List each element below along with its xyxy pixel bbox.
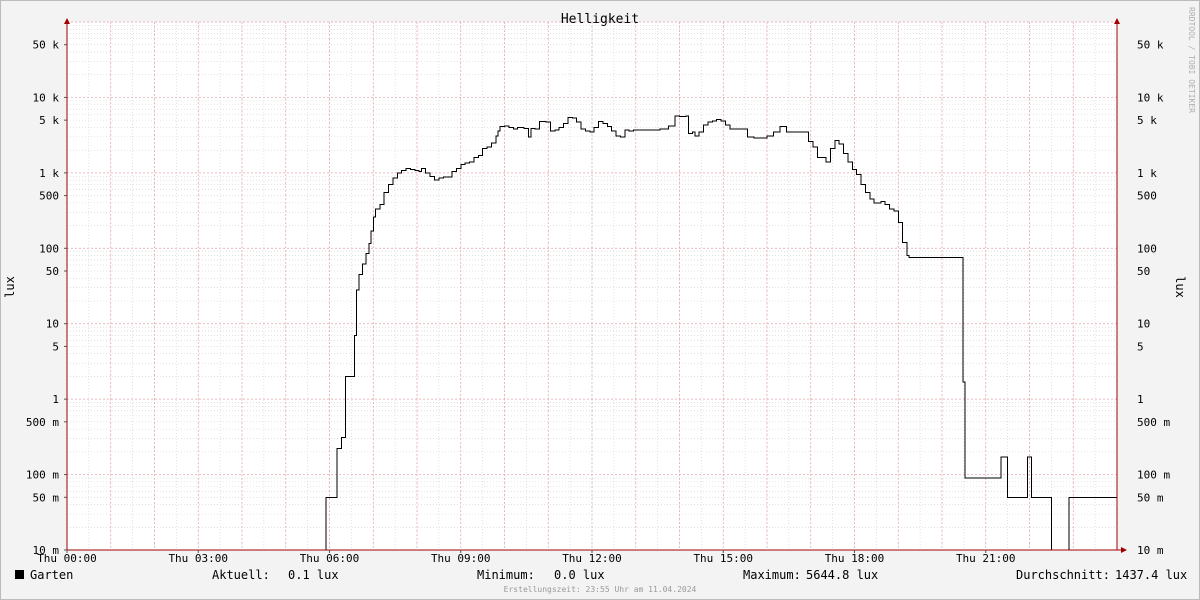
y-tick-label-left: 1 bbox=[52, 393, 59, 406]
y-tick-label-left: 500 bbox=[39, 190, 59, 203]
y-axis-label-left: lux bbox=[3, 276, 17, 298]
y-tick-label-left: 1 k bbox=[39, 167, 59, 180]
x-tick-label: Thu 03:00 bbox=[168, 552, 228, 565]
y-tick-label-right: 10 bbox=[1137, 318, 1150, 331]
x-tick-label: Thu 06:00 bbox=[300, 552, 360, 565]
legend-min-label: Minimum: bbox=[477, 568, 535, 582]
y-tick-label-left: 5 k bbox=[39, 114, 59, 127]
y-tick-label-left: 50 k bbox=[33, 39, 60, 52]
y-tick-label-left: 100 bbox=[39, 242, 59, 255]
x-tick-label: Thu 21:00 bbox=[956, 552, 1016, 565]
y-tick-label-right: 50 bbox=[1137, 265, 1150, 278]
x-tick-label: Thu 15:00 bbox=[693, 552, 753, 565]
y-tick-label-left: 10 bbox=[46, 318, 59, 331]
y-tick-label-left: 50 m bbox=[33, 491, 60, 504]
y-tick-label-right: 100 bbox=[1137, 242, 1157, 255]
y-tick-label-right: 5 bbox=[1137, 340, 1144, 353]
legend-avg-value: 1437.4 lux bbox=[1115, 568, 1187, 582]
y-tick-label-right: 100 m bbox=[1137, 469, 1170, 482]
y-tick-label-right: 50 k bbox=[1137, 39, 1164, 52]
legend-avg-label: Durchschnitt: bbox=[1016, 568, 1110, 582]
x-tick-label: Thu 12:00 bbox=[562, 552, 622, 565]
legend-color-swatch bbox=[15, 570, 24, 579]
x-tick-label: Thu 09:00 bbox=[431, 552, 491, 565]
y-axis-label-right: lux bbox=[1173, 276, 1187, 298]
legend-min-value: 0.0 lux bbox=[554, 568, 605, 582]
y-tick-label-right: 500 m bbox=[1137, 416, 1170, 429]
x-tick-label: Thu 00:00 bbox=[37, 552, 97, 565]
legend-current-value: 0.1 lux bbox=[288, 568, 339, 582]
y-tick-label-left: 5 bbox=[52, 340, 59, 353]
y-tick-label-right: 10 m bbox=[1137, 544, 1164, 557]
legend-max-label: Maximum: bbox=[743, 568, 801, 582]
legend-max-value: 5644.8 lux bbox=[806, 568, 878, 582]
y-tick-label-left: 10 k bbox=[33, 91, 60, 104]
legend-current-label: Aktuell: bbox=[212, 568, 270, 582]
y-tick-label-right: 500 bbox=[1137, 190, 1157, 203]
y-tick-label-left: 500 m bbox=[26, 416, 59, 429]
rrdtool-watermark: RRDTOOL / TOBI OETIKER bbox=[1187, 7, 1196, 113]
y-tick-label-right: 5 k bbox=[1137, 114, 1157, 127]
chart-title: Helligkeit bbox=[561, 12, 639, 27]
y-tick-label-right: 1 k bbox=[1137, 167, 1157, 180]
rrd-graph: 50 k 10 k 5 k 1 k 500 100 50 10 5 1 500 m 100 m 50 m… bbox=[0, 0, 1200, 600]
legend-series-name: Garten bbox=[30, 568, 73, 582]
chart-canvas: 50 k 10 k 5 k 1 k 500 100 50 10 5 1 500 m 100 m 50 m… bbox=[0, 0, 1200, 600]
x-tick-label: Thu 18:00 bbox=[825, 552, 885, 565]
y-tick-label-right: 50 m bbox=[1137, 491, 1164, 504]
footer-creation-time: Erstellungszeit: 23:55 Uhr am 11.04.2024 bbox=[504, 585, 697, 594]
y-tick-label-left: 100 m bbox=[26, 469, 59, 482]
y-tick-label-right: 10 k bbox=[1137, 91, 1164, 104]
y-tick-label-left: 50 bbox=[46, 265, 59, 278]
y-tick-label-right: 1 bbox=[1137, 393, 1144, 406]
